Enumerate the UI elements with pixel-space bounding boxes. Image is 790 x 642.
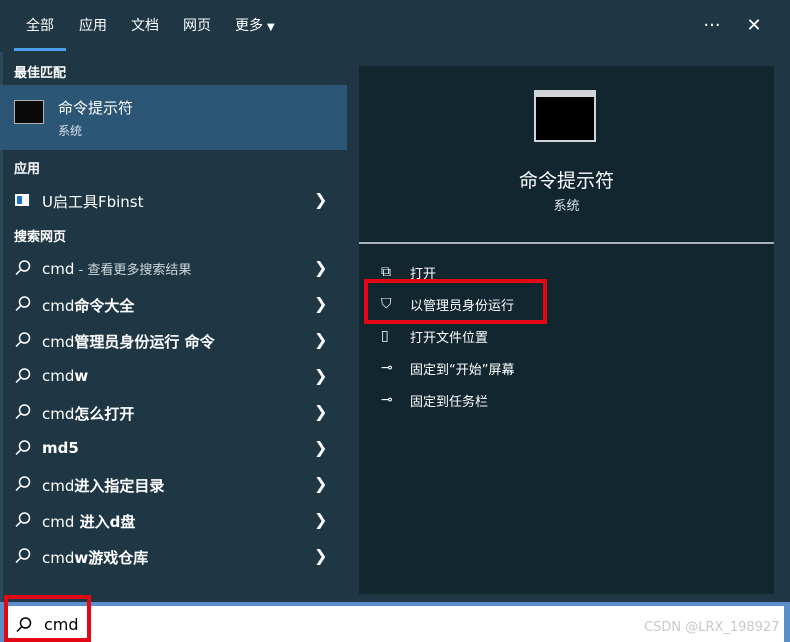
web-result-label: cmd进入指定目录	[42, 475, 164, 496]
web-result-label: cmdw游戏仓库	[42, 547, 148, 568]
web-result-suffix: 进入指定目录	[74, 477, 165, 495]
active-tab-indicator	[14, 48, 66, 51]
chevron-right-icon[interactable]: ❯	[314, 366, 327, 385]
web-result-prefix: cmd	[42, 297, 75, 315]
chevron-right-icon[interactable]: ❯	[314, 510, 327, 529]
action-pin-to-taskbar[interactable]: ⊸ 固定到任务栏	[381, 387, 681, 415]
search-icon	[15, 404, 31, 420]
divider	[359, 242, 774, 244]
windows-search-window: 全部 应用 文档 网页 更多 ▼ ··· ✕ 最佳匹配 命令提示符 系统 应用 U…	[0, 0, 790, 642]
web-result-item[interactable]: cmdw ❯	[0, 358, 347, 394]
web-result-item[interactable]: cmd 进入d盘 ❯	[0, 502, 347, 538]
close-icon[interactable]: ✕	[740, 12, 768, 40]
tab-apps[interactable]: 应用	[79, 0, 107, 52]
web-result-prefix: cmd	[42, 513, 75, 531]
web-result-label: cmd命令大全	[42, 295, 134, 316]
chevron-right-icon[interactable]: ❯	[314, 438, 327, 457]
web-result-label: cmdw	[42, 367, 88, 385]
tab-more-label: 更多	[235, 18, 263, 34]
chevron-right-icon[interactable]: ❯	[314, 190, 327, 209]
annotation-box	[364, 279, 547, 324]
web-result-suffix: w游戏仓库	[74, 549, 149, 567]
details-title: 命令提示符	[518, 170, 614, 192]
web-result-item[interactable]: cmd管理员身份运行 命令 ❯	[0, 322, 347, 358]
search-icon	[15, 440, 31, 456]
web-result-prefix: cmd	[42, 477, 75, 495]
action-open-file-location[interactable]: ▯ 打开文件位置	[381, 323, 681, 351]
top-tab-bar: 全部 应用 文档 网页 更多 ▼ ··· ✕	[0, 0, 790, 52]
tab-more[interactable]: 更多 ▼	[235, 0, 275, 52]
pin-icon: ⊸	[381, 360, 393, 376]
app-icon	[15, 194, 29, 206]
more-options-icon[interactable]: ···	[698, 12, 726, 40]
web-result-label: md5	[42, 439, 79, 457]
web-result-item[interactable]: cmd命令大全 ❯	[0, 286, 347, 322]
action-label: 固定到“开始”屏幕	[410, 363, 515, 378]
web-result-prefix: cmd	[42, 549, 75, 567]
web-result-suffix: 管理员身份运行 命令	[74, 333, 215, 351]
web-result-suffix: 进入d盘	[74, 513, 136, 531]
web-result-label: cmd 进入d盘	[42, 511, 135, 532]
web-search-header: 搜索网页	[14, 230, 67, 245]
search-icon	[15, 512, 31, 528]
web-result-prefix: cmd	[42, 405, 75, 423]
best-match-header: 最佳匹配	[14, 66, 67, 81]
details-panel: 命令提示符 系统 ⧉ 打开 ⛉ 以管理员身份运行 ▯ 打开文件位置 ⊸ 固定到“…	[359, 66, 774, 594]
chevron-right-icon[interactable]: ❯	[314, 294, 327, 313]
web-result-label: cmd怎么打开	[42, 403, 134, 424]
search-icon	[15, 548, 31, 564]
pin-icon: ⊸	[381, 392, 393, 408]
web-result-suffix: 怎么打开	[74, 405, 135, 423]
details-subtitle: 系统	[553, 199, 580, 214]
tab-all[interactable]: 全部	[26, 0, 54, 52]
search-icon	[15, 296, 31, 312]
web-result-prefix: cmd	[42, 260, 75, 278]
action-label: 固定到任务栏	[410, 395, 489, 410]
command-prompt-icon	[14, 100, 44, 124]
web-result-suffix: - 查看更多搜索结果	[74, 263, 192, 278]
web-result-label: cmd - 查看更多搜索结果	[42, 259, 191, 278]
command-prompt-large-icon	[534, 90, 596, 142]
search-icon	[15, 260, 31, 276]
tab-documents[interactable]: 文档	[131, 0, 159, 52]
tab-web-label: 网页	[183, 18, 211, 34]
app-result-item[interactable]: U启工具Fbinst ❯	[0, 182, 347, 218]
web-result-suffix: 命令大全	[74, 297, 135, 315]
chevron-right-icon[interactable]: ❯	[314, 474, 327, 493]
chevron-down-icon: ▼	[267, 22, 275, 33]
app-result-label: U启工具Fbinst	[42, 193, 144, 211]
web-result-label: cmd管理员身份运行 命令	[42, 331, 215, 352]
best-match-title: 命令提示符	[58, 99, 134, 117]
chevron-right-icon[interactable]: ❯	[314, 258, 327, 277]
tab-documents-label: 文档	[131, 18, 159, 34]
web-result-item[interactable]: md5 ❯	[0, 430, 347, 466]
search-icon	[15, 476, 31, 492]
action-label: 打开文件位置	[410, 331, 489, 346]
search-icon	[15, 332, 31, 348]
action-pin-to-start[interactable]: ⊸ 固定到“开始”屏幕	[381, 355, 681, 383]
chevron-right-icon[interactable]: ❯	[314, 402, 327, 421]
best-match-item[interactable]	[0, 85, 347, 150]
web-result-prefix: cmd	[42, 367, 75, 385]
web-result-item[interactable]: cmd - 查看更多搜索结果 ❯	[0, 250, 347, 286]
web-result-item[interactable]: cmd进入指定目录 ❯	[0, 466, 347, 502]
chevron-right-icon[interactable]: ❯	[314, 546, 327, 565]
best-match-subtitle: 系统	[58, 124, 83, 138]
apps-header: 应用	[14, 162, 41, 177]
web-result-item[interactable]: cmd怎么打开 ❯	[0, 394, 347, 430]
web-result-item[interactable]: cmdw游戏仓库 ❯	[0, 538, 347, 574]
tab-web[interactable]: 网页	[183, 0, 211, 52]
tab-all-label: 全部	[26, 18, 54, 34]
file-location-icon: ▯	[381, 328, 389, 344]
web-result-suffix: md5	[42, 439, 79, 457]
annotation-box	[4, 595, 91, 642]
watermark: CSDN @LRX_198927	[644, 620, 780, 635]
search-icon	[15, 368, 31, 384]
web-result-prefix: cmd	[42, 333, 75, 351]
tab-apps-label: 应用	[79, 18, 107, 34]
chevron-right-icon[interactable]: ❯	[314, 330, 327, 349]
web-result-suffix: w	[74, 367, 89, 385]
